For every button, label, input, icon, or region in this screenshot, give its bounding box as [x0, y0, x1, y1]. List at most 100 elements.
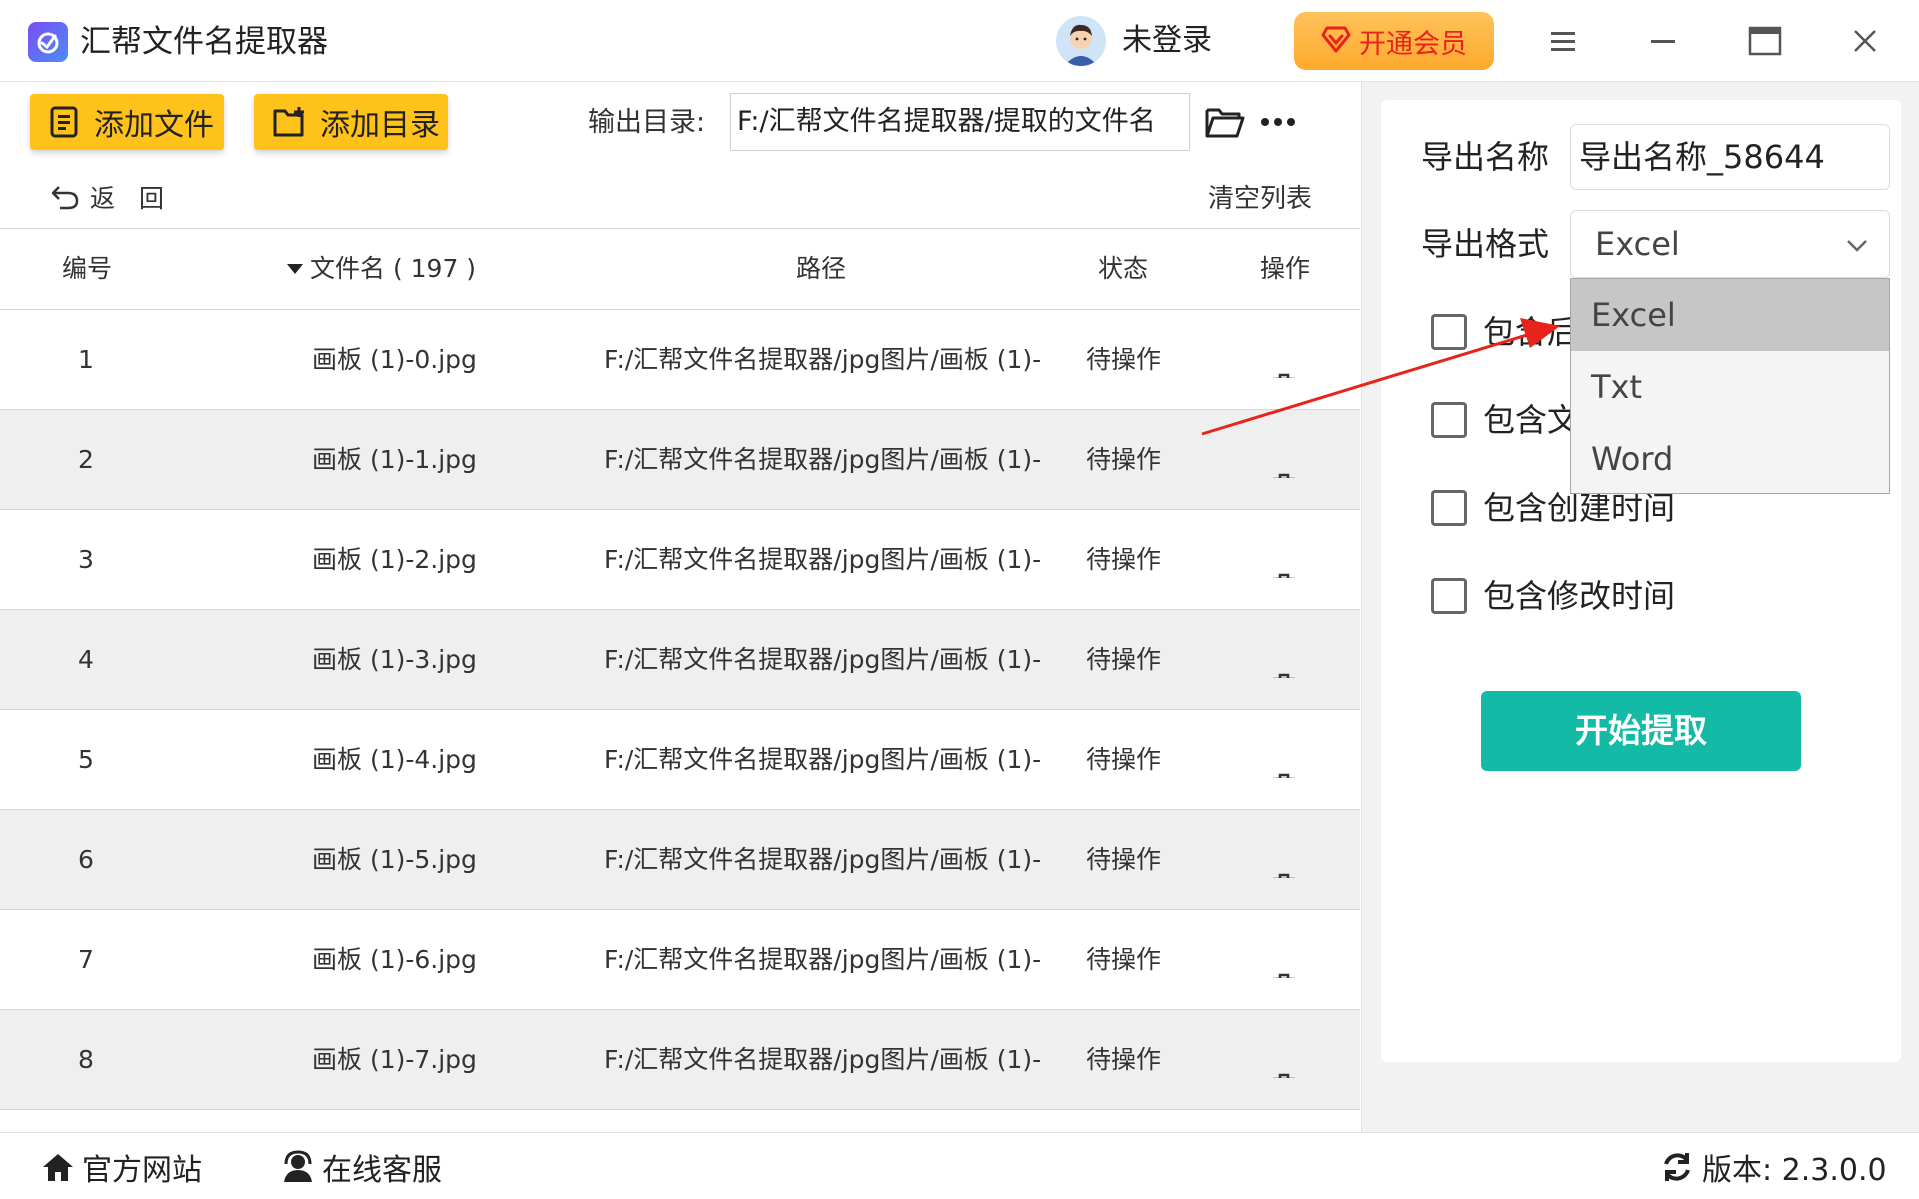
format-option-excel[interactable]: Excel: [1571, 279, 1889, 351]
folder-open-icon: [1205, 108, 1245, 138]
app-title: 汇帮文件名提取器: [80, 24, 328, 60]
row-status: 待操作: [1086, 745, 1162, 774]
row-filename: 画板 (1)-4.jpg: [312, 745, 477, 774]
checkbox-box[interactable]: [1431, 490, 1467, 526]
sort-down-icon: [287, 264, 303, 274]
row-number: 5: [78, 745, 94, 774]
checkbox-label: 包含修改时间: [1483, 577, 1676, 615]
row-path: F:/汇帮文件名提取器/jpg图片/画板 (1)-1.jpg: [604, 445, 1040, 474]
table-row[interactable]: 3 画板 (1)-2.jpg F:/汇帮文件名提取器/jpg图片/画板 (1)-2.…: [0, 510, 1360, 610]
table-row[interactable]: 8 画板 (1)-7.jpg F:/汇帮文件名提取器/jpg图片/画板 (1)-7.…: [0, 1010, 1360, 1110]
checkbox-box[interactable]: [1431, 578, 1467, 614]
row-path: F:/汇帮文件名提取器/jpg图片/画板 (1)-0.jpg: [604, 345, 1040, 374]
add-directory-label: 添加目录: [320, 108, 440, 143]
table-row[interactable]: 2 画板 (1)-1.jpg F:/汇帮文件名提取器/jpg图片/画板 (1)-1.…: [0, 410, 1360, 510]
folder-add-icon: [273, 107, 304, 137]
delete-row-icon[interactable]: [1268, 846, 1300, 878]
footer-bar: 官方网站 在线客服 版本: 2.3.0.0: [0, 1132, 1919, 1199]
row-filename: 画板 (1)-1.jpg: [312, 445, 477, 474]
row-path: F:/汇帮文件名提取器/jpg图片/画板 (1)-3.jpg: [604, 645, 1040, 674]
table-row[interactable]: 7 画板 (1)-6.jpg F:/汇帮文件名提取器/jpg图片/画板 (1)-6.…: [0, 910, 1360, 1010]
export-name-input[interactable]: 导出名称_58644: [1570, 124, 1890, 190]
more-dots-icon: [1261, 118, 1295, 126]
table-row[interactable]: 4 画板 (1)-3.jpg F:/汇帮文件名提取器/jpg图片/画板 (1)-3.…: [0, 610, 1360, 710]
maximize-button[interactable]: [1740, 18, 1790, 64]
delete-row-icon[interactable]: [1268, 646, 1300, 678]
checkbox-box[interactable]: [1431, 314, 1467, 350]
checkbox-box[interactable]: [1431, 402, 1467, 438]
row-number: 7: [78, 945, 94, 974]
delete-row-icon[interactable]: [1268, 346, 1300, 378]
browse-folder-button[interactable]: [1203, 100, 1247, 144]
export-format-value: Excel: [1595, 225, 1680, 263]
row-filename: 画板 (1)-7.jpg: [312, 1045, 477, 1074]
table-body: 1 画板 (1)-0.jpg F:/汇帮文件名提取器/jpg图片/画板 (1)-0.…: [0, 310, 1360, 1110]
delete-row-icon[interactable]: [1268, 546, 1300, 578]
refresh-icon[interactable]: [1660, 1150, 1694, 1184]
delete-row-icon[interactable]: [1268, 946, 1300, 978]
row-number: 3: [78, 545, 94, 574]
minimize-button[interactable]: [1638, 18, 1688, 64]
delete-row-icon[interactable]: [1268, 1046, 1300, 1078]
row-status: 待操作: [1086, 645, 1162, 674]
add-file-button[interactable]: 添加文件: [30, 94, 224, 150]
table-row[interactable]: 5 画板 (1)-4.jpg F:/汇帮文件名提取器/jpg图片/画板 (1)-4.…: [0, 710, 1360, 810]
official-website-link[interactable]: 官方网站: [40, 1145, 202, 1189]
back-arrow-icon: [51, 186, 79, 210]
format-dropdown-menu: Excel Txt Word: [1570, 278, 1890, 494]
home-icon: [43, 1154, 73, 1181]
checkbox-include-modified-time[interactable]: 包含修改时间: [1431, 573, 1675, 619]
header-status: 状态: [1098, 254, 1149, 283]
add-directory-button[interactable]: 添加目录: [254, 94, 448, 150]
version-info: 版本: 2.3.0.0: [1660, 1145, 1887, 1189]
output-dir-input[interactable]: F:/汇帮文件名提取器/提取的文件名: [730, 93, 1190, 151]
row-path: F:/汇帮文件名提取器/jpg图片/画板 (1)-2.jpg: [604, 545, 1040, 574]
login-status[interactable]: 未登录: [1122, 20, 1212, 62]
chevron-down-icon: [1847, 240, 1867, 252]
row-filename: 画板 (1)-2.jpg: [312, 545, 477, 574]
row-filename: 画板 (1)-5.jpg: [312, 845, 477, 874]
official-website-label: 官方网站: [82, 1153, 202, 1188]
export-format-select[interactable]: Excel: [1570, 210, 1890, 278]
file-icon: [50, 106, 78, 138]
row-number: 2: [78, 445, 94, 474]
row-status: 待操作: [1086, 845, 1162, 874]
output-dir-label: 输出目录:: [588, 107, 706, 138]
table-row[interactable]: 6 画板 (1)-5.jpg F:/汇帮文件名提取器/jpg图片/画板 (1)-5.…: [0, 810, 1360, 910]
maximize-icon: [1748, 26, 1782, 56]
file-table: 编号 文件名 ( 197 ) 路径 状态 操作 1 画板 (1)-0.jpg F:/…: [0, 228, 1360, 1110]
row-path: F:/汇帮文件名提取器/jpg图片/画板 (1)-4.jpg: [604, 745, 1040, 774]
minimize-icon: [1651, 40, 1675, 43]
clear-list-button[interactable]: 清空列表: [1208, 178, 1312, 215]
back-button[interactable]: 返回: [50, 180, 188, 214]
row-filename: 画板 (1)-0.jpg: [312, 345, 477, 374]
delete-row-icon[interactable]: [1268, 446, 1300, 478]
add-file-label: 添加文件: [94, 108, 214, 143]
row-status: 待操作: [1086, 445, 1162, 474]
support-headset-icon: [284, 1150, 312, 1182]
row-status: 待操作: [1086, 945, 1162, 974]
table-row[interactable]: 1 画板 (1)-0.jpg F:/汇帮文件名提取器/jpg图片/画板 (1)-0.…: [0, 310, 1360, 410]
format-option-txt[interactable]: Txt: [1571, 351, 1889, 423]
delete-row-icon[interactable]: [1268, 746, 1300, 778]
online-support-label: 在线客服: [322, 1153, 442, 1188]
user-avatar-icon[interactable]: [1056, 16, 1106, 66]
close-button[interactable]: [1840, 18, 1890, 64]
header-filename[interactable]: 文件名 ( 197 ): [286, 229, 476, 309]
format-option-word[interactable]: Word: [1571, 423, 1889, 493]
row-number: 4: [78, 645, 94, 674]
row-status: 待操作: [1086, 545, 1162, 574]
header-path: 路径: [796, 254, 847, 283]
close-icon: [1854, 30, 1876, 52]
row-path: F:/汇帮文件名提取器/jpg图片/画板 (1)-5.jpg: [604, 845, 1040, 874]
menu-button[interactable]: [1538, 18, 1588, 64]
row-filename: 画板 (1)-3.jpg: [312, 645, 477, 674]
row-number: 6: [78, 845, 94, 874]
more-options-button[interactable]: [1258, 100, 1298, 144]
online-support-link[interactable]: 在线客服: [280, 1145, 442, 1189]
row-number: 1: [78, 345, 94, 374]
export-format-label: 导出格式: [1421, 225, 1550, 263]
vip-button[interactable]: 开通会员: [1294, 12, 1494, 70]
row-filename: 画板 (1)-6.jpg: [312, 945, 477, 974]
start-extract-button[interactable]: 开始提取: [1481, 691, 1801, 771]
